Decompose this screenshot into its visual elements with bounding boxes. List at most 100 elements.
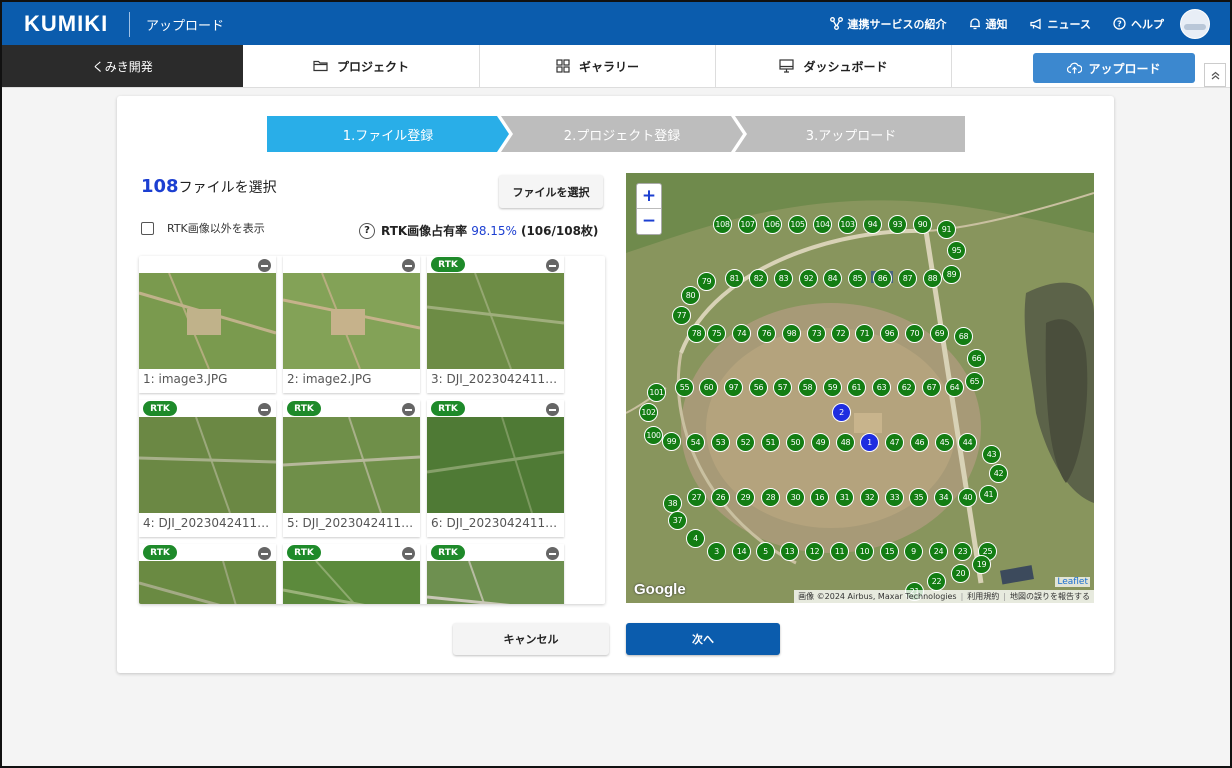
zoom-in-button[interactable]: + <box>637 184 661 209</box>
photo-marker[interactable]: 84 <box>823 269 842 288</box>
zoom-out-button[interactable]: − <box>637 209 661 233</box>
photo-marker[interactable]: 73 <box>807 324 826 343</box>
photo-marker[interactable]: 79 <box>697 272 716 291</box>
photo-marker[interactable]: 99 <box>662 432 681 451</box>
photo-marker[interactable]: 3 <box>707 542 726 561</box>
photo-marker[interactable]: 38 <box>663 494 682 513</box>
photo-marker[interactable]: 31 <box>835 488 854 507</box>
thumbnail-grid[interactable]: 1: image3.JPG 2: image2.JPG RTK 3: DJI_2023… <box>139 256 605 604</box>
photo-marker[interactable]: 58 <box>798 378 817 397</box>
photo-marker[interactable]: 61 <box>847 378 866 397</box>
photo-marker[interactable]: 26 <box>711 488 730 507</box>
photo-marker[interactable]: 103 <box>838 215 857 234</box>
user-avatar[interactable] <box>1180 8 1210 39</box>
photo-marker[interactable]: 27 <box>687 488 706 507</box>
photo-marker[interactable]: 86 <box>873 269 892 288</box>
show-non-rtk-toggle[interactable]: RTK画像以外を表示 <box>141 220 265 236</box>
thumbnail-card[interactable]: RTK 4: DJI_20230424115409_0002_V.JPG <box>139 400 276 537</box>
photo-marker[interactable]: 37 <box>668 511 687 530</box>
photo-marker[interactable]: 78 <box>687 324 706 343</box>
photo-marker[interactable]: 10 <box>855 542 874 561</box>
photo-marker[interactable]: 108 <box>713 215 732 234</box>
photo-marker[interactable]: 105 <box>788 215 807 234</box>
photo-marker[interactable]: 2 <box>832 403 851 422</box>
photo-marker[interactable]: 4 <box>686 529 705 548</box>
photo-marker[interactable]: 63 <box>872 378 891 397</box>
tab-projects[interactable]: プロジェクト <box>243 45 480 87</box>
photo-marker[interactable]: 98 <box>782 324 801 343</box>
photo-marker[interactable]: 75 <box>707 324 726 343</box>
photo-marker[interactable]: 9 <box>904 542 923 561</box>
thumbnail-card[interactable]: RTK <box>427 544 564 604</box>
remove-image-button[interactable] <box>402 403 415 416</box>
photo-marker[interactable]: 15 <box>880 542 899 561</box>
photo-marker[interactable]: 23 <box>953 542 972 561</box>
photo-marker[interactable]: 104 <box>813 215 832 234</box>
photo-marker[interactable]: 64 <box>945 378 964 397</box>
thumbnail-card[interactable]: RTK 3: DJI_20230424115405_0001_V.JPG <box>427 256 564 393</box>
photo-marker[interactable]: 40 <box>958 488 977 507</box>
photo-marker[interactable]: 13 <box>780 542 799 561</box>
photo-marker[interactable]: 102 <box>639 403 658 422</box>
photo-marker[interactable]: 65 <box>965 372 984 391</box>
thumbnail-card[interactable]: RTK 6: DJI_20230424115417_0004_V.JPG <box>427 400 564 537</box>
organization-name[interactable]: くみき開発 <box>2 45 243 87</box>
photo-marker[interactable]: 16 <box>810 488 829 507</box>
photo-marker[interactable]: 56 <box>749 378 768 397</box>
photo-marker[interactable]: 77 <box>672 306 691 325</box>
photo-marker[interactable]: 20 <box>951 564 970 583</box>
photo-marker[interactable]: 81 <box>725 269 744 288</box>
photo-marker[interactable]: 51 <box>761 433 780 452</box>
nav-notifications[interactable]: 通知 <box>969 16 1008 32</box>
photo-marker[interactable]: 55 <box>675 378 694 397</box>
photo-marker[interactable]: 22 <box>927 572 946 591</box>
photo-marker[interactable]: 30 <box>786 488 805 507</box>
photo-marker[interactable]: 12 <box>805 542 824 561</box>
report-error-link[interactable]: 地図の誤りを報告する <box>1010 591 1090 602</box>
photo-marker[interactable]: 80 <box>681 286 700 305</box>
photo-marker[interactable]: 33 <box>885 488 904 507</box>
photo-marker[interactable]: 44 <box>958 433 977 452</box>
remove-image-button[interactable] <box>258 259 271 272</box>
photo-marker[interactable]: 29 <box>736 488 755 507</box>
photo-marker[interactable]: 92 <box>799 269 818 288</box>
nav-help[interactable]: ? ヘルプ <box>1113 16 1164 32</box>
help-icon[interactable]: ? <box>359 222 375 239</box>
photo-marker[interactable]: 76 <box>757 324 776 343</box>
terms-link[interactable]: 利用規約 <box>967 591 999 602</box>
photo-marker[interactable]: 67 <box>922 378 941 397</box>
remove-image-button[interactable] <box>258 547 271 560</box>
photo-marker[interactable]: 41 <box>979 485 998 504</box>
photo-marker[interactable]: 46 <box>910 433 929 452</box>
thumbnail-card[interactable]: RTK <box>139 544 276 604</box>
thumbnail-image[interactable] <box>139 561 276 604</box>
photo-marker[interactable]: 101 <box>647 383 666 402</box>
tab-dashboard[interactable]: ダッシュボード <box>716 45 952 87</box>
remove-image-button[interactable] <box>402 259 415 272</box>
next-button[interactable]: 次へ <box>626 623 780 655</box>
photo-marker[interactable]: 53 <box>711 433 730 452</box>
kumiki-logo[interactable]: KUMIKI <box>24 11 108 37</box>
photo-marker[interactable]: 68 <box>954 327 973 346</box>
photo-marker[interactable]: 48 <box>836 433 855 452</box>
photo-marker[interactable]: 69 <box>930 324 949 343</box>
map-view[interactable]: + − 108 107 106 105 104 103 94 93 90 91 95 79 81 82 83… <box>626 173 1094 603</box>
thumbnail-image[interactable] <box>283 417 420 513</box>
photo-marker[interactable]: 93 <box>888 215 907 234</box>
photo-marker[interactable]: 107 <box>738 215 757 234</box>
photo-marker[interactable]: 11 <box>830 542 849 561</box>
photo-marker[interactable]: 100 <box>644 426 663 445</box>
photo-marker[interactable]: 43 <box>982 445 1001 464</box>
photo-marker[interactable]: 72 <box>831 324 850 343</box>
thumbnail-image[interactable] <box>427 417 564 513</box>
remove-image-button[interactable] <box>546 547 559 560</box>
photo-marker[interactable]: 32 <box>860 488 879 507</box>
photo-marker[interactable]: 60 <box>699 378 718 397</box>
photo-marker[interactable]: 97 <box>724 378 743 397</box>
upload-button[interactable]: アップロード <box>1033 53 1195 83</box>
photo-marker[interactable]: 74 <box>732 324 751 343</box>
photo-marker[interactable]: 28 <box>761 488 780 507</box>
thumbnail-image[interactable] <box>139 273 276 369</box>
nav-news[interactable]: ニュース <box>1029 16 1091 32</box>
photo-marker[interactable]: 70 <box>905 324 924 343</box>
